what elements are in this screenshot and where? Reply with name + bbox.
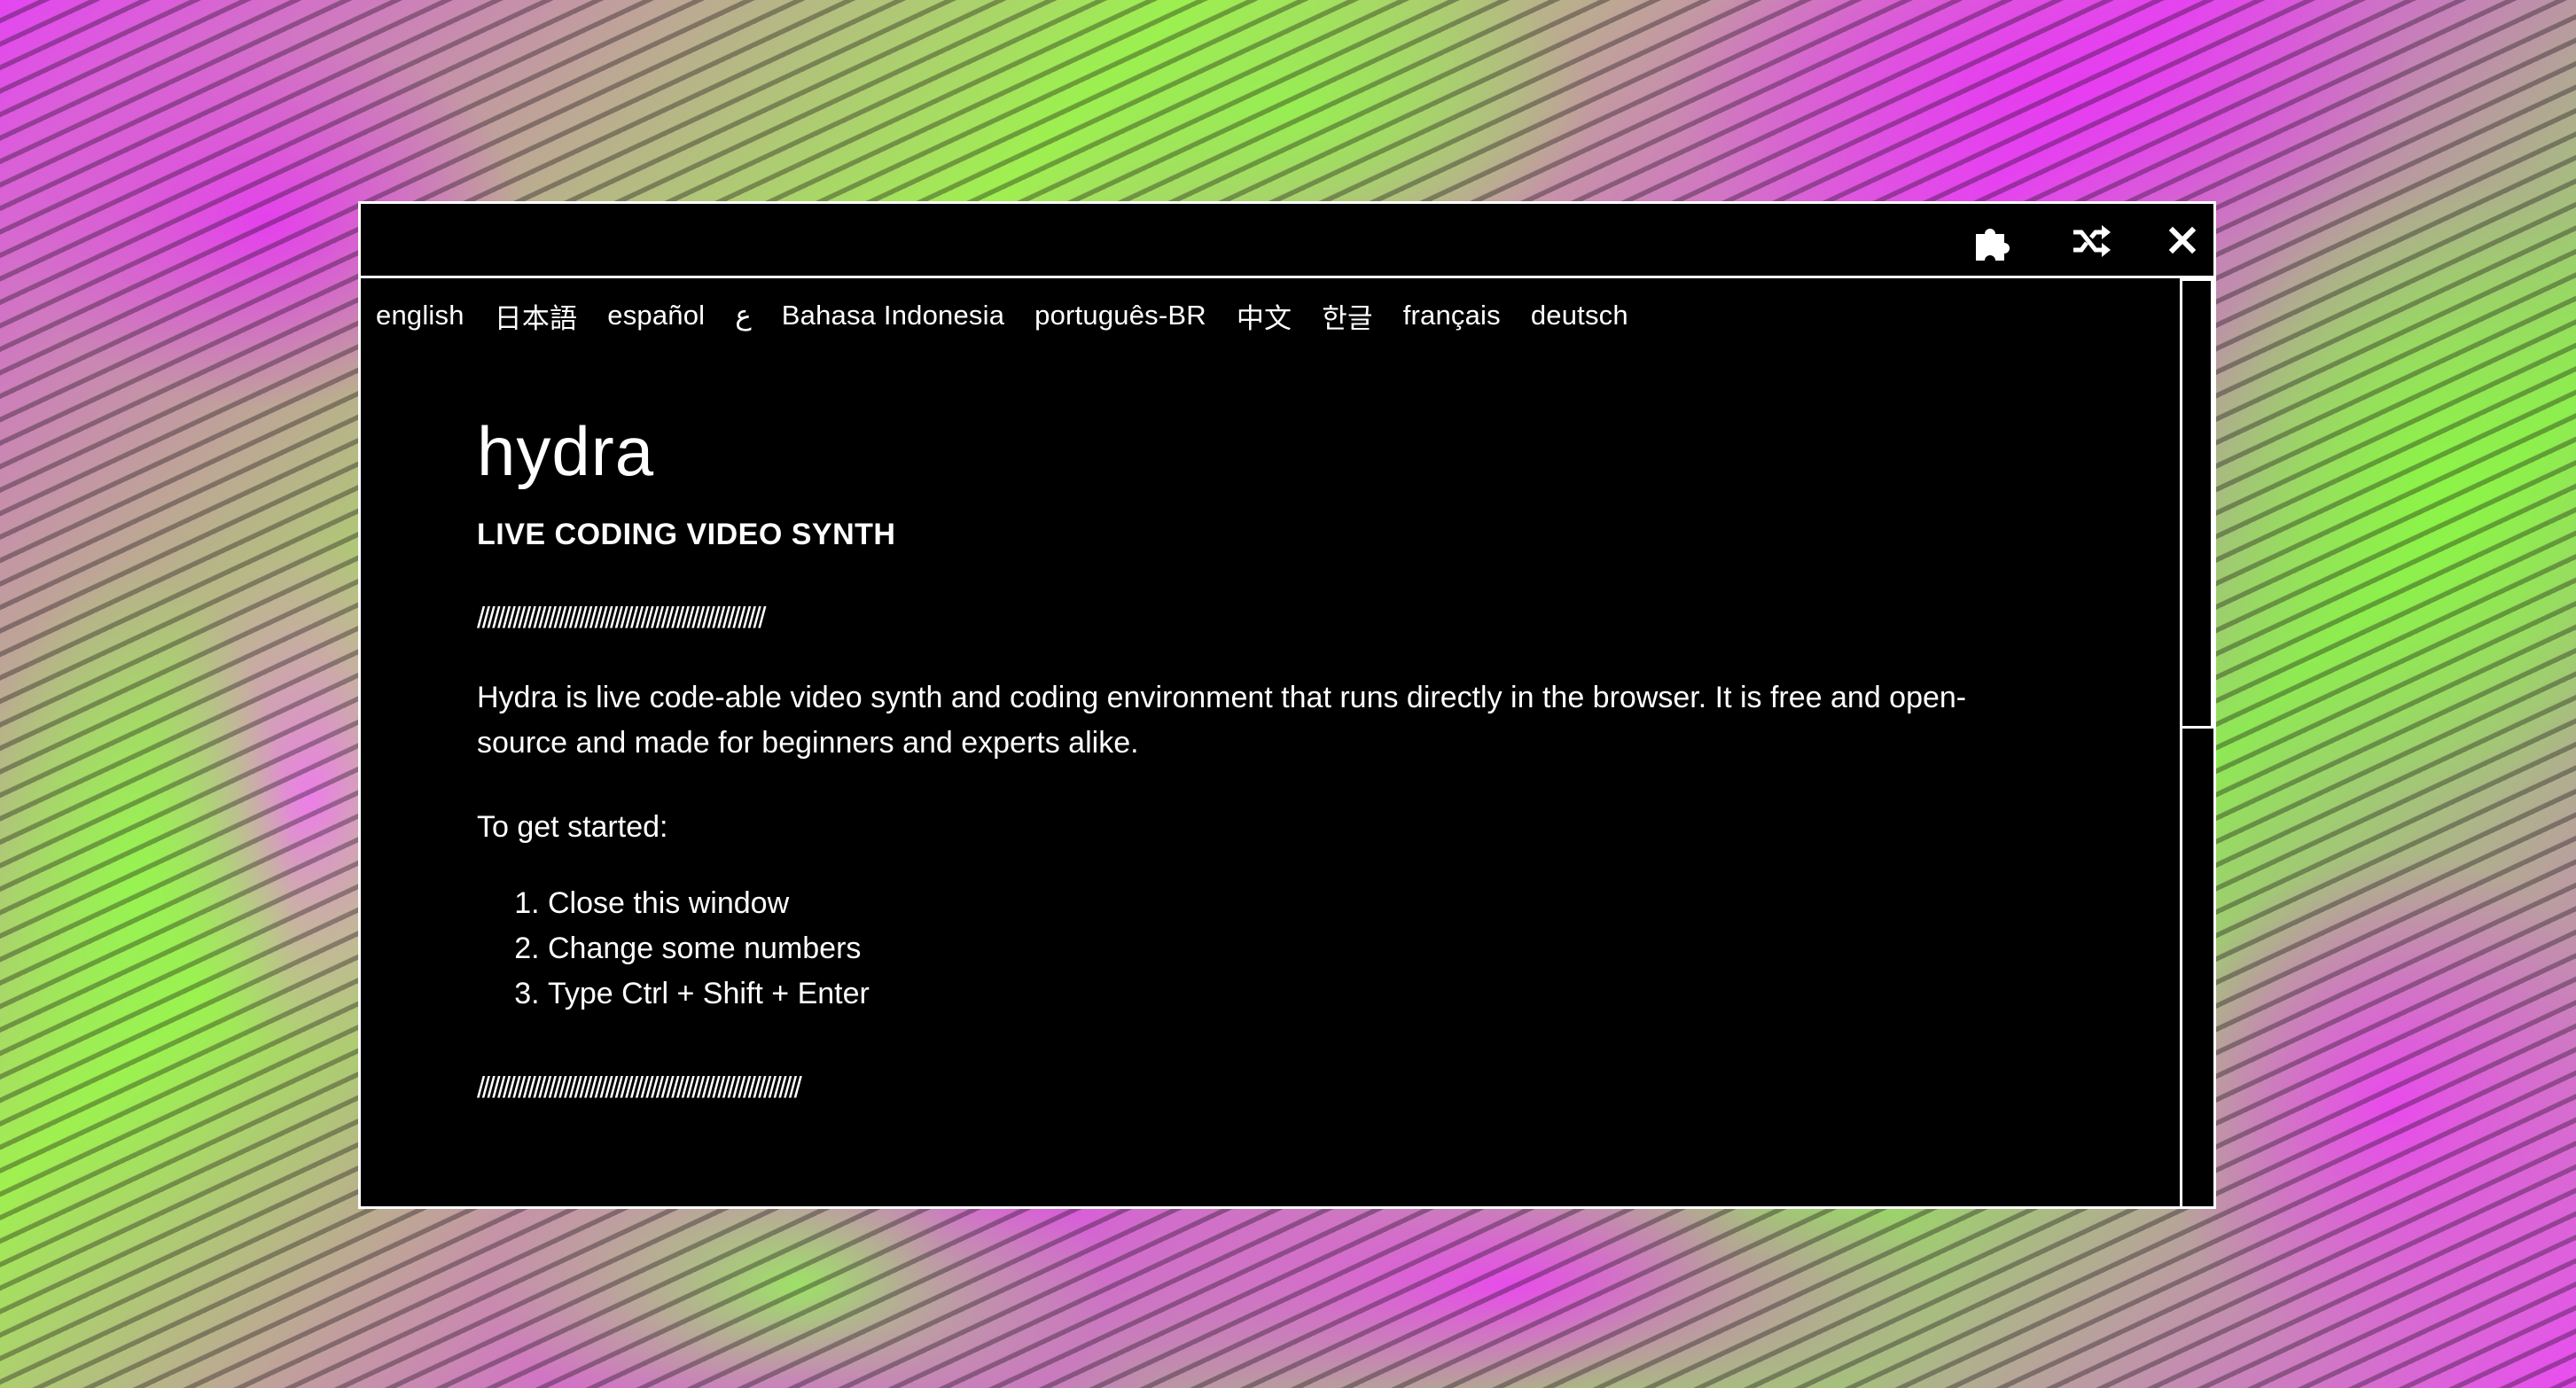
scrollbar-thumb[interactable]	[2182, 278, 2213, 729]
language-link-french[interactable]: français	[1403, 300, 1501, 331]
shuffle-button[interactable]	[2068, 222, 2114, 261]
page-title: hydra	[477, 412, 655, 490]
list-item: Change some numbers	[548, 926, 870, 971]
language-link-indonesian[interactable]: Bahasa Indonesia	[782, 300, 1004, 331]
puzzle-piece-icon	[1976, 229, 2010, 261]
steps-list: Close this window Change some numbers Ty…	[477, 881, 870, 1017]
language-link-german[interactable]: deutsch	[1531, 300, 1628, 331]
language-link-chinese[interactable]: 中文	[1237, 296, 1292, 336]
close-button[interactable]	[2160, 222, 2206, 261]
list-item: Type Ctrl + Shift + Enter	[548, 971, 870, 1017]
plugins-button[interactable]	[1971, 222, 2017, 261]
slash-divider: ////////////////////////////////////////…	[477, 1071, 802, 1103]
language-selector: english 日本語 español ع Bahasa Indonesia p…	[376, 296, 1659, 335]
window-toolbar	[361, 204, 2213, 278]
get-started-label: To get started:	[477, 810, 668, 844]
language-link-arabic[interactable]: ع	[735, 300, 752, 331]
close-icon	[2168, 226, 2197, 254]
shuffle-icon	[2073, 225, 2111, 257]
info-window: english 日本語 español ع Bahasa Indonesia p…	[358, 201, 2216, 1209]
language-link-spanish[interactable]: español	[607, 300, 705, 331]
language-link-portuguese-br[interactable]: português-BR	[1034, 300, 1206, 331]
language-link-japanese[interactable]: 日本語	[495, 296, 578, 336]
language-link-english[interactable]: english	[376, 300, 464, 331]
info-content[interactable]: english 日本語 español ع Bahasa Indonesia p…	[361, 278, 2180, 1206]
language-link-korean[interactable]: 한글	[1322, 296, 1372, 336]
scrollbar[interactable]	[2180, 278, 2213, 1206]
page-subtitle: LIVE CODING VIDEO SYNTH	[477, 518, 896, 551]
slash-divider: ////////////////////////////////////////…	[477, 601, 766, 634]
intro-paragraph: Hydra is live code-able video synth and …	[477, 681, 1967, 760]
list-item: Close this window	[548, 881, 870, 926]
